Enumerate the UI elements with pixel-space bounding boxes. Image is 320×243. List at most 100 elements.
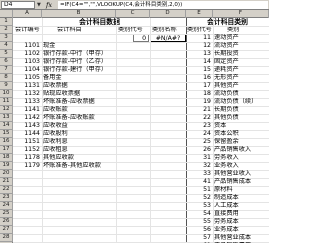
row-header[interactable]: 11 [0,98,13,106]
right-table-name[interactable]: 资本公积 [214,130,269,138]
column-header-f[interactable]: F [213,10,269,18]
left-table-code[interactable]: 1131 [13,82,40,90]
left-table-code[interactable]: 1101 [13,42,40,50]
row-header[interactable]: 10 [0,90,13,98]
right-table-name[interactable]: 人工成本 [214,202,269,210]
right-table-name[interactable]: 业务收入 [214,162,269,170]
cell-c4[interactable]: 0 [133,34,149,42]
right-table-code[interactable]: 17 [187,82,211,90]
right-table-name[interactable]: 原材料 [214,186,269,194]
row-header[interactable]: 21 [0,178,13,186]
row-header[interactable]: 13 [0,114,13,122]
left-table-name[interactable]: 备用金 [43,74,116,82]
row-header[interactable]: 1 [0,18,13,26]
right-table-name[interactable]: 长期负债 [214,106,269,114]
right-table-name[interactable]: 其他营业收入 [214,170,269,178]
fx-icon[interactable]: fx [46,0,52,10]
row-header[interactable]: 2 [0,26,13,34]
right-table-code[interactable]: 55 [187,218,211,226]
right-table-name[interactable]: 劳务成本 [214,218,269,226]
right-table-name[interactable]: 直接费用 [214,210,269,218]
left-table-name[interactable]: 应收股利 [43,130,116,138]
right-table-name[interactable]: 速动资产 [214,34,269,42]
right-table-name[interactable]: 劳务收入 [214,154,269,162]
left-table-code[interactable]: 1102 [13,50,40,58]
row-header[interactable]: 25 [0,210,13,218]
left-table-code[interactable]: 1141 [13,106,40,114]
left-table-name[interactable]: 银行存款-中行（甲存） [43,50,116,58]
left-table-code[interactable]: 1104 [13,66,40,74]
right-table-code[interactable]: 57 [187,234,211,242]
left-table-name[interactable]: 应收账款 [43,106,116,114]
column-header-a[interactable]: A [13,10,42,18]
left-table-code[interactable]: 1133 [13,98,40,106]
left-table-code[interactable]: 1179 [13,162,40,170]
formula-input[interactable]: =IF(C4="","",VLOOKUP(C4,会计科目类别,2,0)) [58,1,268,9]
right-table-code[interactable]: 33 [187,170,211,178]
right-table-code[interactable]: 14 [187,58,211,66]
left-table-name[interactable]: 坏账准备-应收账款 [43,114,116,122]
column-header-c[interactable]: C [116,10,150,18]
name-box[interactable]: D4 [1,1,35,9]
row-header[interactable]: 20 [0,170,13,178]
right-table-code[interactable]: 23 [187,122,211,130]
row-header[interactable]: 15 [0,130,13,138]
select-all-corner[interactable] [0,10,13,18]
row-header[interactable]: 6 [0,58,13,66]
right-table-name[interactable]: 流动负债 [214,90,269,98]
left-table-name[interactable]: 银行存款-中行（乙存） [43,58,116,66]
row-header[interactable]: 27 [0,226,13,234]
row-header[interactable]: 18 [0,154,13,162]
right-table-name[interactable]: 业务成本 [214,226,269,234]
left-table-code[interactable]: 1105 [13,74,40,82]
row-header[interactable]: 4 [0,42,13,50]
right-table-code[interactable]: 11 [187,34,211,42]
right-table-name[interactable]: 无形资产 [214,74,269,82]
right-table-code[interactable]: 13 [187,50,211,58]
row-header[interactable]: 8 [0,74,13,82]
left-table-code[interactable]: 1151 [13,138,40,146]
right-table-code[interactable]: 41 [187,178,211,186]
left-table-name[interactable]: 现金 [43,42,116,50]
right-table-name[interactable]: 其他营业成本 [214,234,269,242]
worksheet-grid[interactable]: 会计科目数据 会计科目类别 会计编号 会计科目 类别代号 类别名称 类别代号 类… [13,18,269,243]
column-header-b[interactable]: B [42,10,116,18]
left-table-code[interactable]: 1152 [13,146,40,154]
right-table-code[interactable]: 26 [187,146,211,154]
row-header[interactable]: 22 [0,186,13,194]
right-table-name[interactable]: 流动资产 [214,42,269,50]
left-table-name[interactable]: 应收票据 [43,82,116,90]
left-table-code[interactable]: 1144 [13,130,40,138]
right-table-name[interactable]: 保留盈余 [214,138,269,146]
left-table-name[interactable]: 应收利息 [43,138,116,146]
left-table-code[interactable]: 1103 [13,58,40,66]
right-table-code[interactable]: 19 [187,98,211,106]
right-table-name[interactable]: 长期投资 [214,50,269,58]
row-header[interactable]: 26 [0,218,13,226]
right-table-code[interactable]: 16 [187,74,211,82]
right-table-name[interactable]: 资本 [214,122,269,130]
right-table-name[interactable]: 递耗资产 [214,66,269,74]
row-header[interactable]: 7 [0,66,13,74]
left-table-name[interactable]: 坏账准备-应收票据 [43,98,116,106]
right-table-name[interactable]: 流动负债（续） [214,98,269,106]
row-header[interactable]: 17 [0,146,13,154]
name-box-dropdown-icon[interactable]: ▼ [37,1,41,9]
right-table-code[interactable]: 21 [187,106,211,114]
row-header[interactable]: 9 [0,82,13,90]
cell-d4-selected[interactable]: #N/A#? [150,34,186,42]
right-table-code[interactable]: 54 [187,210,211,218]
right-table-code[interactable]: 24 [187,130,211,138]
right-table-code[interactable]: 51 [187,186,211,194]
left-table-name[interactable]: 坏账准备-其他应收款 [43,162,116,170]
right-table-name[interactable]: 制造成本 [214,194,269,202]
row-header[interactable]: 14 [0,122,13,130]
right-table-code[interactable]: 56 [187,226,211,234]
left-table-name[interactable]: 贴现应收票据 [43,90,116,98]
column-header-e[interactable]: E [186,10,213,18]
right-table-name[interactable]: 其他负债 [214,114,269,122]
left-table-name[interactable]: 应收租息 [43,146,116,154]
right-table-code[interactable]: 15 [187,66,211,74]
row-header[interactable]: 24 [0,202,13,210]
right-table-code[interactable]: 32 [187,162,211,170]
